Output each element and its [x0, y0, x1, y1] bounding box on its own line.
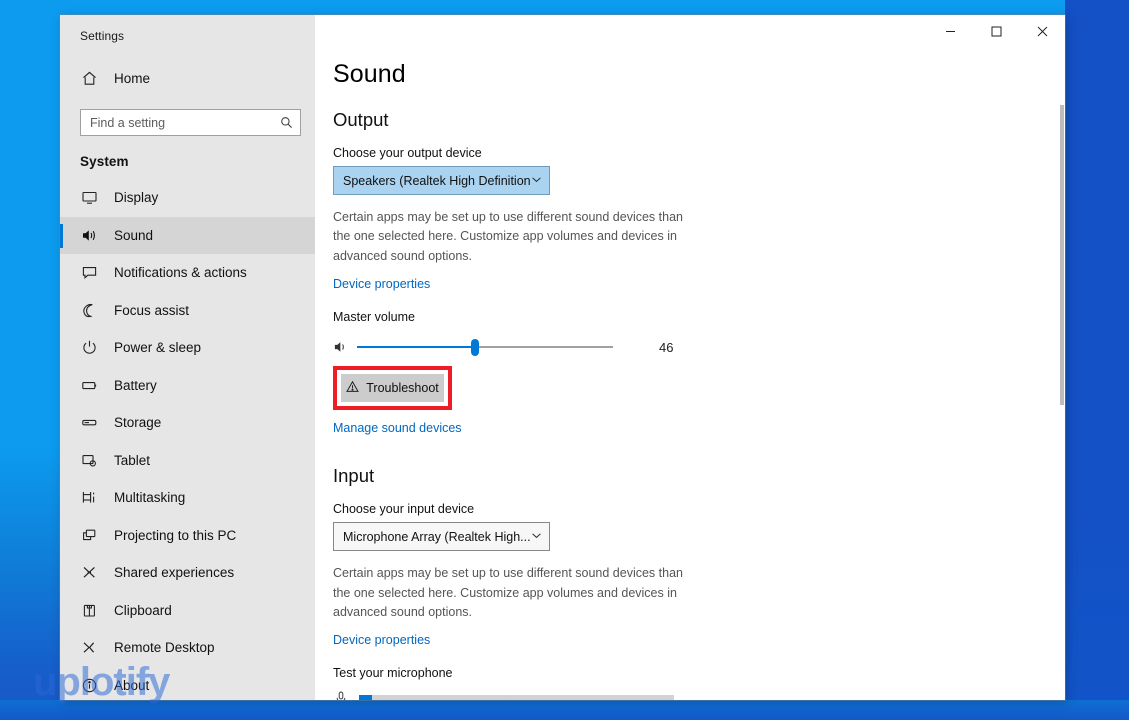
search-box[interactable]: [80, 109, 301, 136]
storage-icon: [79, 413, 99, 433]
chevron-down-icon: [531, 174, 542, 188]
multitasking-icon: [79, 488, 99, 508]
sidebar-label: Remote Desktop: [114, 640, 215, 656]
microphone-level-row: [333, 690, 1065, 700]
output-device-properties-link[interactable]: Device properties: [333, 277, 430, 291]
sidebar-item-shared-experiences[interactable]: Shared experiences: [60, 554, 315, 592]
input-description: Certain apps may be set up to use differ…: [333, 566, 683, 619]
output-troubleshoot-button[interactable]: Troubleshoot: [341, 374, 444, 403]
notification-icon: [79, 263, 99, 283]
share-icon: [79, 563, 99, 583]
warning-icon: [346, 380, 360, 396]
troubleshoot-label: Troubleshoot: [366, 381, 439, 396]
info-icon: [79, 675, 99, 695]
test-microphone-label: Test your microphone: [333, 666, 453, 681]
sidebar-label: Multitasking: [114, 490, 186, 506]
home-icon: [79, 68, 99, 88]
sidebar-home-label: Home: [114, 70, 151, 86]
sidebar-label: Shared experiences: [114, 565, 235, 581]
sidebar-item-home[interactable]: Home: [60, 61, 315, 95]
sidebar-label: Sound: [114, 227, 154, 243]
slider-thumb[interactable]: [470, 339, 479, 357]
sidebar-nav: Display Sound Notifications & actions Fo…: [60, 179, 315, 700]
master-volume-value: 46: [659, 339, 674, 355]
sidebar-label: Tablet: [114, 452, 151, 468]
search-input[interactable]: [90, 115, 279, 130]
chevron-down-icon: [531, 530, 542, 544]
sidebar-label: Battery: [114, 377, 157, 393]
input-heading: Input: [333, 465, 375, 487]
sidebar-item-notifications[interactable]: Notifications & actions: [60, 254, 315, 292]
master-volume-label: Master volume: [333, 310, 415, 325]
sidebar-label: Notifications & actions: [114, 265, 247, 281]
sidebar-section-system: System: [80, 154, 129, 169]
desktop-background-right: [1065, 0, 1129, 720]
input-device-label: Choose your input device: [333, 502, 475, 517]
sidebar-item-multitasking[interactable]: Multitasking: [60, 479, 315, 517]
monitor-icon: [79, 188, 99, 208]
speaker-icon: [79, 225, 99, 245]
output-device-select[interactable]: Speakers (Realtek High Definition...: [333, 166, 550, 195]
sidebar-label: About: [114, 677, 150, 693]
close-icon: [1037, 26, 1048, 37]
moon-icon: [79, 300, 99, 320]
tablet-icon: [79, 450, 99, 470]
sidebar-item-projecting[interactable]: Projecting to this PC: [60, 517, 315, 555]
scrollbar[interactable]: [1060, 105, 1064, 405]
power-icon: [79, 338, 99, 358]
sidebar-item-tablet[interactable]: Tablet: [60, 442, 315, 480]
sidebar-item-clipboard[interactable]: Clipboard: [60, 592, 315, 630]
page-title: Sound: [333, 60, 406, 88]
output-description: Certain apps may be set up to use differ…: [333, 210, 683, 263]
minimize-button[interactable]: [927, 15, 973, 47]
maximize-button[interactable]: [973, 15, 1019, 47]
sidebar-item-storage[interactable]: Storage: [60, 404, 315, 442]
desktop-background-bottom: [0, 700, 1129, 720]
sidebar-label: Focus assist: [114, 302, 190, 318]
minimize-icon: [945, 26, 956, 37]
sidebar-item-remote-desktop[interactable]: Remote Desktop: [60, 629, 315, 667]
sidebar-item-power-sleep[interactable]: Power & sleep: [60, 329, 315, 367]
remote-desktop-icon: [79, 638, 99, 658]
sidebar-label: Clipboard: [114, 602, 172, 618]
troubleshoot-highlight-box: Troubleshoot: [333, 366, 452, 411]
close-button[interactable]: [1019, 15, 1065, 47]
sidebar-item-about[interactable]: About: [60, 667, 315, 701]
battery-icon: [79, 375, 99, 395]
window-controls: [927, 15, 1065, 47]
sidebar-item-display[interactable]: Display: [60, 179, 315, 217]
sidebar-label: Power & sleep: [114, 340, 202, 356]
search-icon: [279, 113, 293, 133]
microphone-level-meter: [359, 695, 674, 700]
output-device-label: Choose your output device: [333, 146, 482, 160]
master-volume-slider[interactable]: [357, 336, 613, 358]
output-device-value: Speakers (Realtek High Definition...: [343, 173, 531, 188]
sidebar-label: Projecting to this PC: [114, 527, 237, 543]
volume-speaker-icon[interactable]: [333, 339, 355, 355]
content-area: Sound Output Choose your output device S…: [315, 15, 1065, 700]
microphone-icon: [333, 690, 355, 700]
sound-settings-page: Sound Output Choose your output device S…: [315, 15, 1065, 700]
sidebar-label: Storage: [114, 415, 162, 431]
sidebar-item-sound[interactable]: Sound: [60, 216, 315, 254]
microphone-level-fill: [359, 695, 372, 700]
master-volume-row: 46: [333, 336, 1065, 358]
settings-window: Settings Home System: [60, 15, 1065, 700]
input-device-select[interactable]: Microphone Array (Realtek High...: [333, 522, 550, 552]
manage-sound-devices-link[interactable]: Manage sound devices: [333, 421, 462, 435]
sidebar: Settings Home System: [60, 15, 315, 700]
slider-fill: [357, 346, 475, 349]
maximize-icon: [991, 26, 1002, 37]
input-device-properties-link[interactable]: Device properties: [333, 633, 430, 647]
app-title: Settings: [80, 29, 125, 43]
input-device-value: Microphone Array (Realtek High...: [343, 529, 531, 544]
sidebar-item-focus-assist[interactable]: Focus assist: [60, 292, 315, 330]
sidebar-label: Display: [114, 190, 159, 206]
output-heading: Output: [333, 109, 389, 130]
sidebar-item-battery[interactable]: Battery: [60, 367, 315, 405]
clipboard-icon: [79, 600, 99, 620]
project-icon: [79, 525, 99, 545]
